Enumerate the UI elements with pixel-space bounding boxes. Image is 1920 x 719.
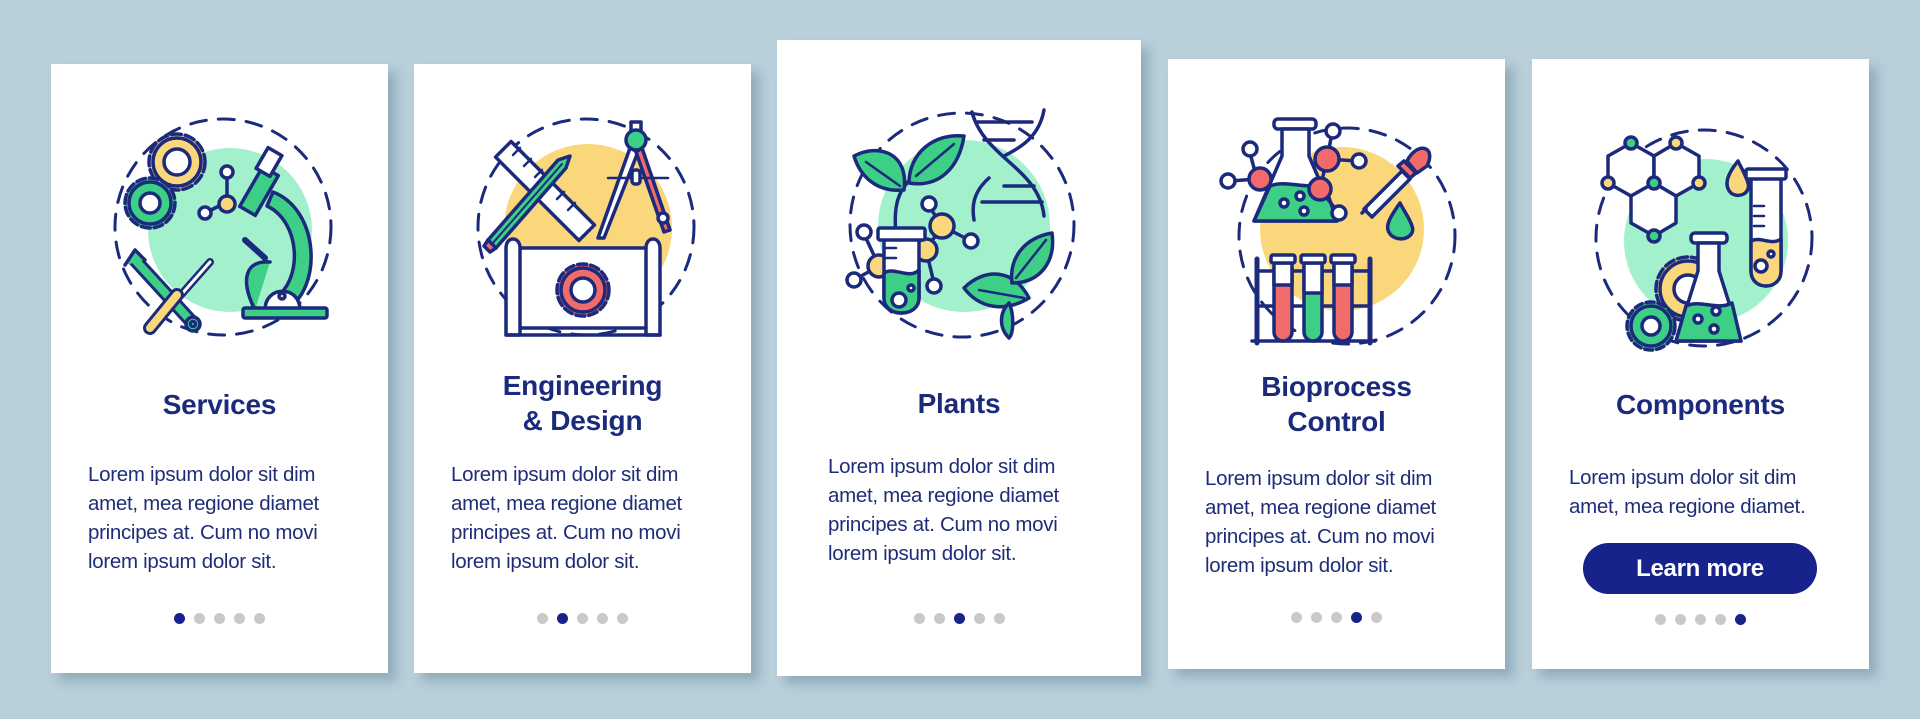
page-dot-1[interactable] [913, 613, 925, 624]
page-dot-4[interactable] [1715, 614, 1726, 625]
card-title: Plants [917, 388, 1001, 419]
pagination-dots [777, 613, 1141, 625]
page-dot-4[interactable] [1351, 612, 1362, 623]
page-dot-5[interactable] [993, 613, 1005, 624]
page-dot-1[interactable] [174, 613, 185, 624]
card-description: Lorem ipsum dolor sit dim amet, mea regi… [1205, 467, 1436, 577]
page-dot-4[interactable] [973, 613, 985, 624]
card-title: Engineering & Design [502, 370, 663, 436]
page-dot-2[interactable] [1675, 614, 1686, 625]
page-dot-3[interactable] [953, 613, 965, 624]
onboarding-card-engineering-design: Engineering & Design Lorem ipsum dolor s… [414, 64, 751, 673]
page-dot-5[interactable] [254, 613, 265, 624]
page-dot-3[interactable] [1695, 614, 1706, 625]
card-title: Bioprocess Control [1261, 371, 1412, 437]
microscope-tools-gears-icon [95, 100, 345, 350]
onboarding-card-plants: Plants Lorem ipsum dolor sit dim amet, m… [777, 40, 1141, 676]
page-dot-4[interactable] [597, 613, 608, 624]
page-dot-2[interactable] [1311, 612, 1322, 623]
flask-pipette-test-tubes-icon [1212, 111, 1462, 361]
page-dot-1[interactable] [1291, 612, 1302, 623]
molecule-flask-gears-icon [1576, 111, 1826, 361]
page-dot-5[interactable] [617, 613, 628, 624]
onboarding-card-components: Components Lorem ipsum dolor sit dim ame… [1532, 59, 1869, 669]
page-dot-2[interactable] [194, 613, 205, 624]
card-description: Lorem ipsum dolor sit dim amet, mea regi… [1569, 466, 1806, 518]
page-dot-2[interactable] [557, 613, 568, 624]
learn-more-button[interactable]: Learn more [1583, 543, 1817, 594]
page-dot-1[interactable] [537, 613, 548, 624]
page-dot-1[interactable] [1655, 614, 1666, 625]
pagination-dots [1532, 614, 1869, 626]
page-dot-3[interactable] [1331, 612, 1342, 623]
plant-test-tube-dna-icon [834, 98, 1084, 348]
onboarding-card-bioprocess-control: Bioprocess Control Lorem ipsum dolor sit… [1168, 59, 1505, 669]
page-dot-4[interactable] [234, 613, 245, 624]
page-dot-3[interactable] [214, 613, 225, 624]
pagination-dots [414, 613, 751, 625]
pagination-dots [1168, 612, 1505, 624]
onboarding-card-services: Services Lorem ipsum dolor sit dim amet,… [51, 64, 388, 673]
page-dot-5[interactable] [1371, 612, 1382, 623]
page-dot-5[interactable] [1735, 614, 1746, 625]
card-title: Components [1615, 389, 1786, 420]
card-description: Lorem ipsum dolor sit dim amet, mea regi… [828, 455, 1059, 565]
page-dot-2[interactable] [933, 613, 945, 624]
ruler-pencil-compass-blueprint-icon [458, 100, 708, 350]
card-description: Lorem ipsum dolor sit dim amet, mea regi… [88, 463, 319, 573]
pagination-dots [51, 613, 388, 625]
page-dot-3[interactable] [577, 613, 588, 624]
card-title: Services [162, 389, 277, 420]
card-description: Lorem ipsum dolor sit dim amet, mea regi… [451, 463, 682, 573]
